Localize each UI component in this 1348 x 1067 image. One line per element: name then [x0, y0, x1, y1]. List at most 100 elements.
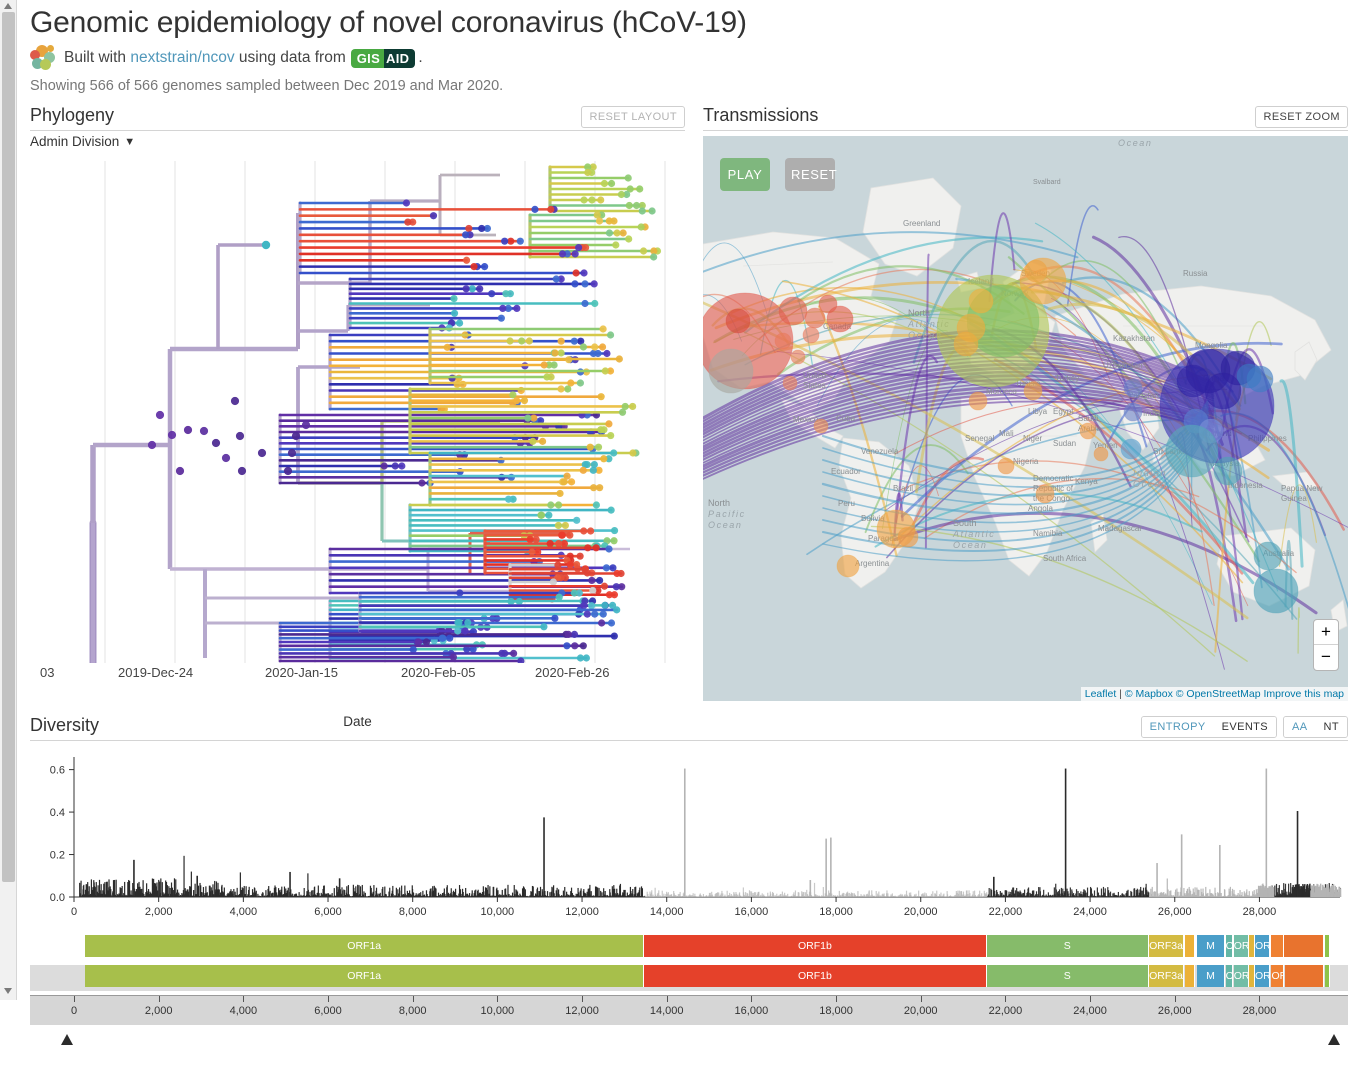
gene-orf8[interactable]: ORF8	[1254, 965, 1271, 987]
gisaid-badge-right: AID	[384, 48, 416, 68]
gene-s[interactable]: S	[986, 935, 1149, 957]
color-by-selector[interactable]: Admin Division ▼	[30, 134, 135, 149]
genome-position-axis[interactable]: 0 2,000 4,000 6,000 8,000 10,000 12,000 14,000 1…	[30, 995, 1348, 1025]
scrollbar-thumb[interactable]	[2, 12, 15, 882]
reset-zoom-button[interactable]: RESET ZOOM	[1255, 106, 1348, 128]
gene-s[interactable]: S	[986, 965, 1149, 987]
gene-m[interactable]: M	[1196, 965, 1226, 987]
zoom-in-button[interactable]: +	[1314, 620, 1338, 645]
svg-text:0.0: 0.0	[50, 892, 65, 904]
phylogeny-tree-svg[interactable]	[30, 153, 685, 663]
svg-text:0.6: 0.6	[50, 765, 65, 777]
build-credit-line: Built with nextstrain/ncov using data fr…	[30, 45, 1348, 71]
gene-orf9b[interactable]	[1271, 935, 1284, 957]
gisaid-badge-left: GIS	[350, 48, 385, 68]
gene-orf1b[interactable]: ORF1b	[644, 935, 987, 957]
svg-text:Svalbard: Svalbard	[1033, 179, 1061, 186]
leaflet-map[interactable]: GreenlandIcelandSvalbardCanadaUnitedStat…	[703, 136, 1348, 701]
metric-toggle-group: ENTROPY EVENTS	[1140, 716, 1278, 738]
leaflet-link[interactable]: Leaflet	[1085, 688, 1117, 700]
app-root: Genomic epidemiology of novel coronaviru…	[17, 0, 1348, 1067]
phylogeny-tree[interactable]	[30, 153, 685, 663]
gene-track-secondary[interactable]: ORF1a ORF1b S ORF3a M ORF6ORF7a ORF8ORF9b	[30, 965, 1348, 991]
zoom-out-button[interactable]: −	[1314, 645, 1338, 670]
gene-e[interactable]	[1185, 935, 1195, 957]
ncov-build-link[interactable]: nextstrain/ncov	[130, 49, 234, 67]
gene-label: ORF6	[1225, 970, 1234, 982]
gene-orf1b[interactable]: ORF1b	[644, 965, 987, 987]
svg-text:North: North	[708, 498, 730, 508]
openstreetmap-link[interactable]: © OpenStreetMap	[1176, 688, 1261, 700]
play-button[interactable]: PLAY	[720, 158, 770, 191]
gene-m[interactable]: M	[1196, 935, 1226, 957]
page-header: Genomic epidemiology of novel coronaviru…	[17, 0, 1348, 94]
axis-tick-mark	[497, 996, 499, 1002]
mapbox-link[interactable]: © Mapbox	[1125, 688, 1173, 700]
gene-n[interactable]	[1284, 965, 1325, 987]
gene-orf7b[interactable]	[1249, 965, 1255, 987]
axis-tick-mark	[582, 996, 584, 1002]
gene-label: ORF1b	[797, 970, 832, 982]
axis-tick-mark	[328, 996, 330, 1002]
brush-handle-left[interactable]	[61, 1034, 73, 1045]
svg-text:Angola: Angola	[1028, 504, 1053, 513]
svg-text:0.4: 0.4	[50, 807, 65, 819]
axis-tick-mark	[751, 996, 753, 1002]
svg-text:Indian: Indian	[1133, 468, 1167, 478]
svg-text:Kazakhstan: Kazakhstan	[1113, 334, 1155, 343]
axis-tick-mark	[412, 996, 414, 1002]
gene-orf6[interactable]: ORF6	[1225, 935, 1234, 957]
events-toggle[interactable]: EVENTS	[1213, 717, 1277, 737]
svg-text:Mali: Mali	[999, 429, 1014, 438]
gene-orf3a[interactable]: ORF3a	[1149, 965, 1185, 987]
gene-orf8[interactable]: ORF8	[1254, 935, 1271, 957]
axis-tick-mark	[1090, 996, 1092, 1002]
gene-track-primary[interactable]: ORF1a ORF1b S ORF3a M ORF6ORF7a ORF8	[30, 935, 1348, 957]
gene-orf3a[interactable]: ORF3a	[1149, 935, 1185, 957]
gene-orf7a[interactable]: ORF7a	[1233, 935, 1250, 957]
gene-orf9b[interactable]: ORF9b	[1271, 965, 1284, 987]
gene-e[interactable]	[1185, 965, 1195, 987]
entropy-chart-svg[interactable]: 0.0 0.2 0.4 0.6 0 2,000 4,000 6,000 8,000 10,000 1…	[30, 749, 1348, 929]
page-scrollbar[interactable]	[0, 0, 17, 1000]
improve-map-link[interactable]: Improve this map	[1263, 688, 1344, 700]
svg-text:Egypt: Egypt	[1053, 407, 1074, 416]
reset-layout-button[interactable]: RESET LAYOUT	[581, 106, 685, 128]
gene-label: M	[1206, 940, 1215, 952]
map-canvas-svg[interactable]: GreenlandIcelandSvalbardCanadaUnitedStat…	[703, 136, 1348, 701]
phylogeny-panel: Phylogeny RESET LAYOUT Admin Division ▼ …	[30, 105, 685, 729]
gene-orf7b[interactable]	[1249, 935, 1255, 957]
gene-annotation-tracks: ORF1aORF1bSORF3aMORF6ORF7aORF8 ORF1aORF1…	[30, 935, 1348, 991]
axis-tick-label: 14,000	[649, 1005, 684, 1017]
svg-text:Niger: Niger	[1023, 434, 1042, 443]
svg-text:Argentina: Argentina	[855, 559, 890, 568]
svg-text:16,000: 16,000	[735, 906, 769, 918]
map-reset-button[interactable]: RESET	[785, 158, 837, 191]
map-attribution: Leaflet | © Mapbox © OpenStreetMap Impro…	[1080, 687, 1348, 701]
gene-label: ORF8	[1254, 940, 1271, 952]
brush-handle-right[interactable]	[1328, 1034, 1340, 1045]
entropy-toggle[interactable]: ENTROPY	[1141, 717, 1214, 737]
scroll-down-arrow-icon[interactable]	[4, 988, 12, 994]
map-zoom-controls[interactable]: + −	[1313, 619, 1339, 671]
scroll-up-arrow-icon[interactable]	[4, 3, 12, 9]
axis-tick-label: 8,000	[398, 1005, 427, 1017]
gene-orf10[interactable]	[1325, 935, 1331, 957]
svg-text:26,000: 26,000	[1158, 906, 1192, 918]
gene-label: ORF9b	[1271, 970, 1282, 982]
svg-text:Sudan: Sudan	[1053, 439, 1076, 448]
entropy-chart[interactable]: 0.0 0.2 0.4 0.6 0 2,000 4,000 6,000 8,000 10,000 1…	[30, 749, 1348, 929]
gene-label: ORF7a	[1233, 970, 1250, 982]
gene-orf1a[interactable]: ORF1a	[85, 965, 645, 987]
gene-orf10[interactable]	[1325, 965, 1331, 987]
gisaid-badge[interactable]: GIS AID	[350, 48, 416, 68]
gene-orf1a[interactable]: ORF1a	[85, 935, 645, 957]
gene-orf7a[interactable]: ORF7a	[1233, 965, 1250, 987]
phylogeny-x-axis: 03 2019-Dec-24 2020-Jan-15 2020-Feb-05 2020-…	[30, 665, 685, 699]
aa-toggle[interactable]: AA	[1284, 717, 1316, 737]
gene-orf6[interactable]: ORF6	[1225, 965, 1234, 987]
nt-toggle[interactable]: NT	[1315, 717, 1347, 737]
axis-tick-label: 10,000	[480, 1005, 515, 1017]
svg-text:States: States	[803, 381, 826, 390]
axis-tick-label: 12,000	[565, 1005, 599, 1017]
